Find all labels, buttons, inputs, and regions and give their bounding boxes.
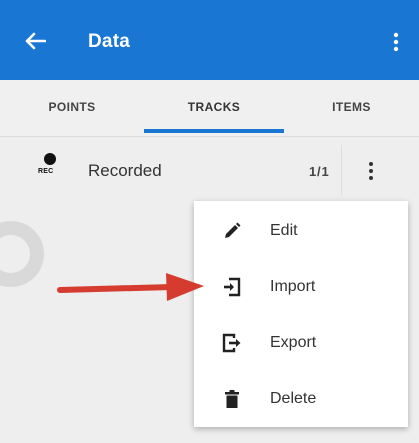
- context-menu: Edit Import Export Delete: [194, 201, 408, 427]
- menu-item-label: Import: [270, 278, 316, 295]
- menu-item-delete[interactable]: Delete: [194, 371, 408, 427]
- tab-tracks[interactable]: TRACKS: [144, 80, 284, 136]
- pencil-icon: [225, 222, 241, 238]
- overflow-menu-icon[interactable]: [392, 32, 400, 52]
- import-icon: [224, 277, 241, 297]
- track-folder-label: Recorded: [88, 161, 162, 180]
- menu-item-label: Delete: [270, 390, 317, 407]
- background-circle-shape: [0, 221, 44, 287]
- record-icon-label: REC: [38, 168, 54, 175]
- menu-item-label: Export: [270, 334, 317, 351]
- menu-item-label: Edit: [270, 222, 298, 239]
- trash-icon: [225, 390, 239, 408]
- list-item[interactable]: REC Recorded 1/1: [0, 137, 419, 203]
- annotation-arrow: [57, 273, 204, 301]
- active-tab-indicator: [144, 129, 284, 133]
- back-arrow-icon[interactable]: [24, 32, 46, 50]
- tab-points[interactable]: POINTS: [0, 80, 144, 136]
- export-icon: [222, 333, 241, 353]
- tab-items[interactable]: ITEMS: [284, 80, 419, 136]
- page-title: Data: [88, 31, 130, 52]
- menu-item-import[interactable]: Import: [194, 259, 408, 315]
- menu-item-edit[interactable]: Edit: [194, 203, 408, 259]
- track-count: 1/1: [309, 164, 330, 179]
- row-overflow-menu-icon[interactable]: [368, 161, 374, 181]
- app-bar: Data: [0, 0, 419, 80]
- record-icon: REC: [36, 153, 62, 187]
- row-divider: [341, 145, 342, 195]
- menu-item-export[interactable]: Export: [194, 315, 408, 371]
